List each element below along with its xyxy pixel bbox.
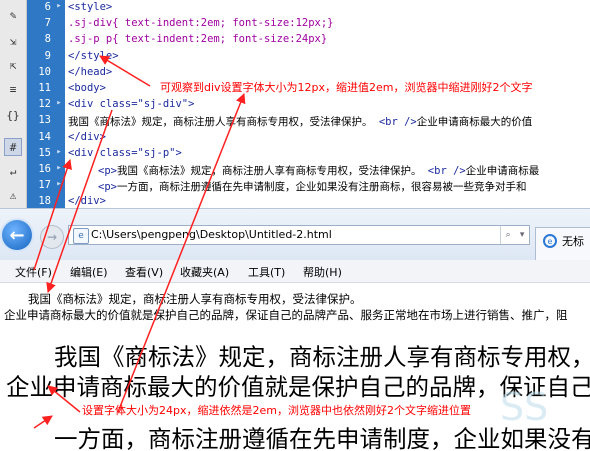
code-line: </div>: [68, 195, 106, 208]
code-line: .sj-div{ text-indent:2em; font-size:12px…: [68, 17, 334, 30]
dropdown-icon[interactable]: ▾: [520, 230, 525, 240]
menu-bar: 文件(F) 编辑(E) 查看(V) 收藏夹(A) 工具(T) 帮助(H): [0, 260, 590, 283]
line-number: 8: [44, 33, 51, 46]
menu-file[interactable]: 文件(F): [15, 264, 52, 280]
code-line: </style>: [68, 49, 119, 62]
code-tag: <p>: [98, 181, 117, 194]
line-number: 11: [38, 82, 51, 94]
line-number: 15: [38, 146, 51, 159]
comment-icon[interactable]: #: [4, 138, 22, 156]
browser-tab[interactable]: e 无标: [535, 227, 590, 261]
code-area[interactable]: <style> .sj-div{ text-indent:2em; font-si…: [68, 0, 590, 208]
fold-marker-icon[interactable]: ▸: [55, 179, 63, 189]
line-number: 7: [44, 17, 51, 30]
fold-marker-icon[interactable]: ▸: [55, 98, 63, 108]
fold-marker-icon[interactable]: ▸: [55, 1, 63, 11]
code-line: <p>我国《商标法》规定，商标注册人享有商标专用权，受法律保护。 <br />企…: [98, 163, 539, 178]
ie-tab-icon: e: [543, 234, 557, 248]
small-paragraph-line-2: 企业申请商标最大的价值就是保护自己的品牌，保证自己的品牌产品、服务正常地在市场上…: [4, 308, 568, 322]
line-number: 14: [38, 130, 51, 143]
menu-view[interactable]: 查看(V): [125, 264, 163, 280]
line-number: 6: [44, 1, 51, 13]
page-icon: e: [73, 228, 89, 244]
collapse-icon[interactable]: ⇱: [4, 56, 22, 74]
braces-icon[interactable]: {}: [4, 106, 22, 124]
code-line: <div class="sj-p">: [68, 146, 182, 159]
expand-icon[interactable]: ⇲: [4, 32, 22, 50]
address-toolbar: ← → e C:\Users\pengpeng\Desktop\Untitled…: [0, 208, 590, 261]
line-number: 13: [38, 114, 51, 127]
small-paragraph-line-1: 我国《商标法》规定，商标注册人享有商标专用权，受法律保护。: [28, 292, 362, 306]
code-line: .sj-p p{ text-indent:2em; font-size:24px…: [68, 33, 328, 46]
address-bar[interactable]: e C:\Users\pengpeng\Desktop\Untitled-2.h…: [68, 225, 530, 245]
line-number: 9: [44, 49, 51, 62]
code-line: <p>一方面，商标注册遵循在先申请制度，企业如果没有注册商标，很容易被一些竞争对…: [98, 179, 526, 194]
line-number: 12: [38, 98, 51, 111]
format-icon[interactable]: ⚠: [4, 186, 22, 204]
annotation-note-1: 可观察到div设置字体大小为12px，缩进值2em，浏览器中缩进刚好2个文字: [160, 81, 533, 94]
fold-marker-icon[interactable]: ▸: [55, 147, 63, 157]
code-text: 企业申请商标最: [465, 165, 540, 177]
menu-help[interactable]: 帮助(H): [303, 264, 342, 280]
url-text: C:\Users\pengpeng\Desktop\Untitled-2.htm…: [91, 228, 332, 241]
annotation-note-2: 设置字体大小为24px，缩进依然是2em，浏览器中也依然刚好2个文字缩进位置: [82, 404, 471, 417]
forward-button[interactable]: →: [40, 225, 64, 249]
collapse-all-icon[interactable]: ≡: [4, 80, 22, 98]
menu-favorites[interactable]: 收藏夹(A): [180, 264, 229, 280]
line-number: 18: [38, 195, 51, 208]
code-tag: <br />: [378, 116, 417, 129]
menu-edit[interactable]: 编辑(E): [70, 264, 108, 280]
line-number: 10: [38, 65, 51, 78]
tab-label: 无标: [562, 235, 584, 248]
code-tag: <br />: [427, 165, 466, 177]
fold-marker-icon[interactable]: ▸: [55, 163, 63, 173]
code-text: 我国《商标法》规定，商标注册人享有商标专用权，受法律保护。: [116, 165, 422, 177]
line-number: 17: [38, 179, 51, 192]
wrap-icon[interactable]: ↵: [4, 162, 22, 180]
code-tag: <p>: [98, 165, 117, 177]
code-line: 我国《商标法》规定，商标注册人享有商标专用权，受法律保护。 <br />企业申请…: [68, 114, 532, 129]
pin-icon[interactable]: ✎: [4, 6, 22, 24]
editor-toolbar: ✎ ⇲ ⇱ ≡ {} # ↵ ⚠: [0, 0, 27, 208]
url-buttons[interactable]: ⌕ ▾: [500, 226, 529, 244]
code-line: <body>: [68, 82, 106, 94]
large-paragraph-line-1: 我国《商标法》规定，商标注册人享有商标专用权，: [54, 343, 590, 371]
code-text: 一方面，商标注册遵循在先申请制度，企业如果没有注册商标，很容易被一些竞争对手和: [116, 181, 527, 194]
code-text: 企业申请商标最大的价值: [416, 116, 533, 129]
back-button[interactable]: ←: [2, 220, 32, 250]
code-line: <style>: [68, 1, 113, 13]
code-text: 我国《商标法》规定，商标注册人享有商标专用权，受法律保护。: [68, 116, 373, 129]
code-line: <div class="sj-div">: [68, 98, 195, 111]
line-number: 16: [38, 163, 51, 175]
code-line: </head>: [68, 65, 113, 78]
code-editor: ✎ ⇲ ⇱ ≡ {} # ↵ ⚠ 6 ▸ 7 8 9 10 11 12 ▸ 13 14 15 ▸ 16 ▸ 1…: [0, 0, 590, 208]
menu-tools[interactable]: 工具(T): [248, 264, 285, 280]
watermark: SS: [500, 385, 549, 429]
code-line: </div>: [68, 130, 106, 143]
search-icon[interactable]: ⌕: [506, 230, 511, 240]
page-content: 我国《商标法》规定，商标注册人享有商标专用权，受法律保护。 企业申请商标最大的价…: [0, 283, 590, 451]
line-number-gutter: 6 ▸ 7 8 9 10 11 12 ▸ 13 14 15 ▸ 16 ▸ 17 ▸ 18: [27, 0, 65, 208]
